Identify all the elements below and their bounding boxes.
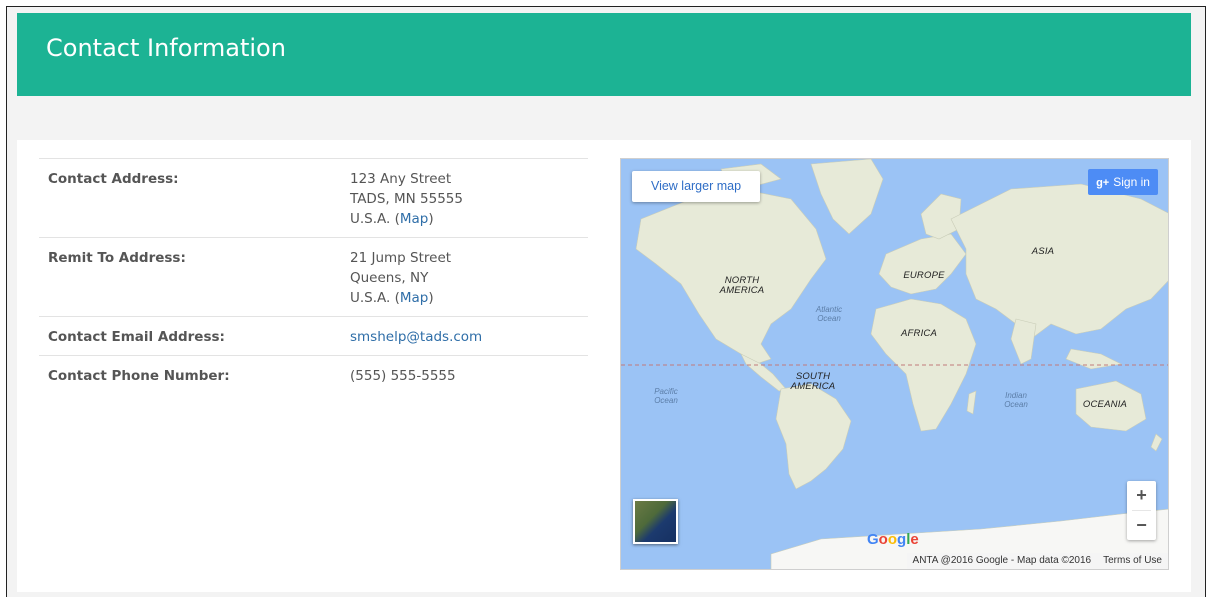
sign-in-button[interactable]: g+ Sign in (1088, 169, 1158, 195)
paren-close: ) (428, 211, 434, 227)
terms-of-use-link[interactable]: Terms of Use (1103, 555, 1162, 566)
zoom-control: + − (1127, 481, 1156, 540)
contact-address-label: Contact Address: (39, 158, 341, 238)
remit-address-map-link[interactable]: Map (400, 290, 429, 306)
phone-value: (555) 555-5555 (341, 355, 588, 394)
satellite-toggle-thumbnail[interactable] (633, 499, 678, 544)
map-label-indian: Indian Ocean (1004, 391, 1028, 409)
table-row: Remit To Address: 21 Jump Street Queens,… (39, 237, 588, 317)
map-label-asia: ASIA (1031, 246, 1055, 257)
map-label-africa: AFRICA (900, 328, 938, 339)
view-larger-map-button[interactable]: View larger map (632, 171, 760, 202)
table-row: Contact Phone Number: (555) 555-5555 (39, 355, 588, 394)
attribution-text: ANTA @2016 Google - Map data ©2016 (912, 555, 1092, 566)
address-line: Queens, NY (350, 270, 429, 286)
remit-address-value: 21 Jump Street Queens, NY U.S.A. (Map) (341, 237, 588, 317)
map-embed[interactable]: NORTH AMERICA SOUTH AMERICA EUROPE AFRIC… (620, 158, 1169, 570)
map-label-north-america: NORTH AMERICA (719, 275, 765, 296)
remit-address-label: Remit To Address: (39, 237, 341, 317)
address-country: U.S.A. (Map) (350, 288, 579, 308)
email-value: smshelp@tads.com (341, 316, 588, 356)
contact-table: Contact Address: 123 Any Street TADS, MN… (39, 158, 588, 394)
world-map-graphic (621, 159, 1168, 569)
address-country: U.S.A. (Map) (350, 209, 579, 229)
zoom-in-button[interactable]: + (1127, 481, 1156, 510)
address-line: 21 Jump Street (350, 250, 452, 266)
email-label: Contact Email Address: (39, 316, 341, 356)
sign-in-label: Sign in (1113, 175, 1150, 189)
contact-address-map-link[interactable]: Map (400, 211, 429, 227)
map-label-atlantic: Atlantic Ocean (815, 305, 843, 323)
address-line: 123 Any Street (350, 171, 452, 187)
map-label-oceania: OCEANIA (1082, 399, 1128, 410)
phone-label: Contact Phone Number: (39, 355, 341, 394)
google-plus-icon: g+ (1096, 177, 1110, 189)
table-row: Contact Email Address: smshelp@tads.com (39, 316, 588, 356)
page-title: Contact Information (46, 34, 286, 62)
map-label-pacific: Pacific Ocean (654, 387, 678, 405)
country-text: U.S.A. ( (350, 211, 400, 227)
map-label-south-america: SOUTH AMERICA (790, 371, 836, 392)
google-logo: Google (867, 531, 919, 548)
table-row: Contact Address: 123 Any Street TADS, MN… (39, 158, 588, 238)
zoom-out-button[interactable]: − (1127, 511, 1156, 540)
map-attribution: ANTA @2016 Google - Map data ©2016 Terms … (906, 553, 1168, 569)
paren-close: ) (428, 290, 434, 306)
country-text: U.S.A. ( (350, 290, 400, 306)
email-link[interactable]: smshelp@tads.com (350, 329, 482, 345)
address-line: TADS, MN 55555 (350, 191, 463, 207)
map-label-europe: EUROPE (903, 270, 945, 281)
contact-address-value: 123 Any Street TADS, MN 55555 U.S.A. (Ma… (341, 158, 588, 238)
page-header: Contact Information (17, 13, 1191, 96)
